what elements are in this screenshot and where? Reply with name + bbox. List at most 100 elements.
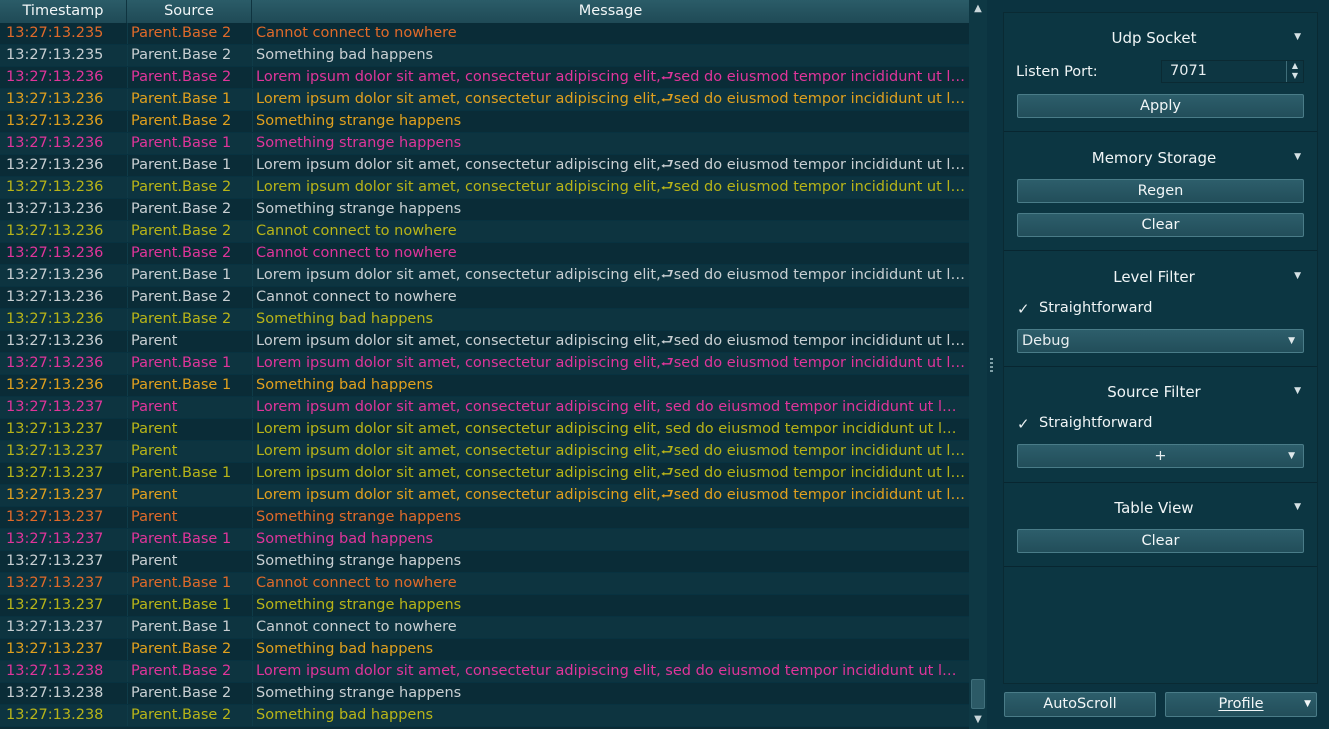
table-row[interactable]: 13:27:13.237 Parent Lorem ipsum dolor sit … <box>0 397 969 419</box>
table-row[interactable]: 13:27:13.236 Parent.Base 1 Lorem ipsum dol… <box>0 353 969 375</box>
column-divider <box>252 573 253 594</box>
table-row[interactable]: 13:27:13.237 Parent.Base 1 Lorem ipsum dol… <box>0 463 969 485</box>
table-row[interactable]: 13:27:13.237 Parent.Base 1 Cannot connect … <box>0 573 969 595</box>
table-row[interactable]: 13:27:13.237 Parent Lorem ipsum dolor sit … <box>0 419 969 441</box>
table-row[interactable]: 13:27:13.236 Parent.Base 1 Lorem ipsum dol… <box>0 89 969 111</box>
timestamp-cell: 13:27:13.236 <box>6 311 104 327</box>
profile-button[interactable]: Profile ▼ <box>1165 692 1317 717</box>
collapse-chevron-icon[interactable]: ▼ <box>1294 32 1301 42</box>
table-row[interactable]: 13:27:13.237 Parent.Base 2 Something bad h… <box>0 639 969 661</box>
listen-port-value[interactable]: 7071 <box>1170 61 1207 82</box>
checkbox-check-icon[interactable]: ✓ <box>1017 415 1031 433</box>
column-divider <box>127 639 128 660</box>
source-cell: Parent <box>131 553 178 569</box>
timestamp-cell: 13:27:13.237 <box>6 597 104 613</box>
table-row[interactable]: 13:27:13.236 Parent.Base 2 Something stran… <box>0 111 969 133</box>
vertical-scrollbar[interactable]: ▲ ▼ <box>969 0 987 729</box>
settings-panel: Udp Socket ▼ Listen Port: 7071 ▲ ▼ Apply… <box>1003 12 1318 684</box>
timestamp-cell: 13:27:13.237 <box>6 641 104 657</box>
spin-buttons[interactable]: ▲ ▼ <box>1286 61 1303 82</box>
message-cell: Lorem ipsum dolor sit amet, consectetur … <box>256 663 965 679</box>
memory-clear-button[interactable]: Clear <box>1017 213 1304 237</box>
source-straightforward-checkbox-label[interactable]: Straightforward <box>1039 415 1152 431</box>
source-add-combo[interactable]: + ▼ <box>1017 444 1304 468</box>
scroll-down-icon[interactable]: ▼ <box>969 711 987 729</box>
log-table[interactable]: Timestamp Source Message 13:27:13.235 Par… <box>0 0 987 729</box>
scroll-up-icon[interactable]: ▲ <box>969 0 987 18</box>
table-row[interactable]: 13:27:13.236 Parent.Base 2 Cannot connect … <box>0 243 969 265</box>
table-row[interactable]: 13:27:13.238 Parent.Base 2 Something stran… <box>0 683 969 705</box>
message-cell: Cannot connect to nowhere <box>256 289 457 305</box>
column-divider <box>127 441 128 462</box>
level-straightforward-checkbox-label[interactable]: Straightforward <box>1039 300 1152 316</box>
listen-port-spinbox[interactable]: 7071 ▲ ▼ <box>1161 60 1304 83</box>
scrollbar-thumb[interactable] <box>971 679 985 709</box>
column-divider <box>252 287 253 308</box>
timestamp-cell: 13:27:13.236 <box>6 355 104 371</box>
table-row[interactable]: 13:27:13.236 Parent.Base 1 Lorem ipsum dol… <box>0 155 969 177</box>
panel-splitter[interactable] <box>987 0 997 729</box>
column-header-source[interactable]: Source <box>127 0 252 23</box>
timestamp-cell: 13:27:13.236 <box>6 91 104 107</box>
table-row[interactable]: 13:27:13.236 Parent.Base 1 Something stran… <box>0 133 969 155</box>
message-cell: Something strange happens <box>256 509 462 525</box>
column-divider <box>252 111 253 132</box>
table-row[interactable]: 13:27:13.237 Parent Lorem ipsum dolor sit … <box>0 485 969 507</box>
table-row[interactable]: 13:27:13.236 Parent.Base 2 Lorem ipsum dol… <box>0 67 969 89</box>
timestamp-cell: 13:27:13.236 <box>6 289 104 305</box>
spin-down-icon[interactable]: ▼ <box>1287 71 1303 81</box>
collapse-chevron-icon[interactable]: ▼ <box>1294 502 1301 512</box>
column-divider <box>252 331 253 352</box>
table-row[interactable]: 13:27:13.237 Parent Lorem ipsum dolor sit … <box>0 441 969 463</box>
table-row[interactable]: 13:27:13.235 Parent.Base 2 Cannot connect … <box>0 23 969 45</box>
level-select[interactable]: Debug ▼ <box>1017 329 1304 353</box>
column-divider <box>252 45 253 66</box>
message-cell: Lorem ipsum dolor sit amet, consectetur … <box>256 399 965 415</box>
timestamp-cell: 13:27:13.237 <box>6 575 104 591</box>
checkbox-check-icon[interactable]: ✓ <box>1017 300 1031 318</box>
message-cell: Cannot connect to nowhere <box>256 223 457 239</box>
column-header-message[interactable]: Message <box>252 0 969 23</box>
message-cell: Something strange happens <box>256 201 462 217</box>
source-cell: Parent.Base 1 <box>131 157 232 173</box>
table-row[interactable]: 13:27:13.237 Parent.Base 1 Cannot connect … <box>0 617 969 639</box>
table-row[interactable]: 13:27:13.236 Parent Lorem ipsum dolor sit … <box>0 331 969 353</box>
table-row[interactable]: 13:27:13.236 Parent.Base 1 Lorem ipsum dol… <box>0 265 969 287</box>
autoscroll-button[interactable]: AutoScroll <box>1004 692 1156 717</box>
table-row[interactable]: 13:27:13.236 Parent.Base 1 Something bad h… <box>0 375 969 397</box>
section-title: Source Filter <box>1107 383 1201 401</box>
table-row[interactable]: 13:27:13.237 Parent Something strange happ… <box>0 507 969 529</box>
timestamp-cell: 13:27:13.236 <box>6 113 104 129</box>
column-divider <box>127 309 128 330</box>
source-cell: Parent <box>131 443 178 459</box>
regen-button[interactable]: Regen <box>1017 179 1304 203</box>
table-row[interactable]: 13:27:13.236 Parent.Base 2 Something bad h… <box>0 309 969 331</box>
collapse-chevron-icon[interactable]: ▼ <box>1294 386 1301 396</box>
apply-button[interactable]: Apply <box>1017 94 1304 118</box>
table-row[interactable]: 13:27:13.236 Parent.Base 2 Something stran… <box>0 199 969 221</box>
table-row[interactable]: 13:27:13.237 Parent Something strange happ… <box>0 551 969 573</box>
memory-storage-section: Memory Storage ▼ Regen Clear <box>1004 132 1317 251</box>
table-row[interactable]: 13:27:13.235 Parent.Base 2 Something bad h… <box>0 45 969 67</box>
section-title: Table View <box>1114 499 1194 517</box>
column-divider <box>252 133 253 154</box>
table-row[interactable]: 13:27:13.236 Parent.Base 2 Lorem ipsum dol… <box>0 177 969 199</box>
timestamp-cell: 13:27:13.236 <box>6 267 104 283</box>
table-clear-button[interactable]: Clear <box>1017 529 1304 553</box>
column-divider <box>252 529 253 550</box>
column-divider <box>127 507 128 528</box>
timestamp-cell: 13:27:13.236 <box>6 69 104 85</box>
message-cell: Something bad happens <box>256 377 434 393</box>
table-row[interactable]: 13:27:13.238 Parent.Base 2 Something bad h… <box>0 705 969 727</box>
spin-up-icon[interactable]: ▲ <box>1287 61 1303 71</box>
table-row[interactable]: 13:27:13.236 Parent.Base 2 Cannot connect … <box>0 287 969 309</box>
column-header-timestamp[interactable]: Timestamp <box>0 0 127 23</box>
table-row[interactable]: 13:27:13.236 Parent.Base 2 Cannot connect … <box>0 221 969 243</box>
table-row[interactable]: 13:27:13.237 Parent.Base 1 Something stran… <box>0 595 969 617</box>
collapse-chevron-icon[interactable]: ▼ <box>1294 152 1301 162</box>
source-cell: Parent.Base 1 <box>131 619 232 635</box>
table-row[interactable]: 13:27:13.237 Parent.Base 1 Something bad h… <box>0 529 969 551</box>
message-cell: Cannot connect to nowhere <box>256 619 457 635</box>
collapse-chevron-icon[interactable]: ▼ <box>1294 271 1301 281</box>
table-row[interactable]: 13:27:13.238 Parent.Base 2 Lorem ipsum dol… <box>0 661 969 683</box>
